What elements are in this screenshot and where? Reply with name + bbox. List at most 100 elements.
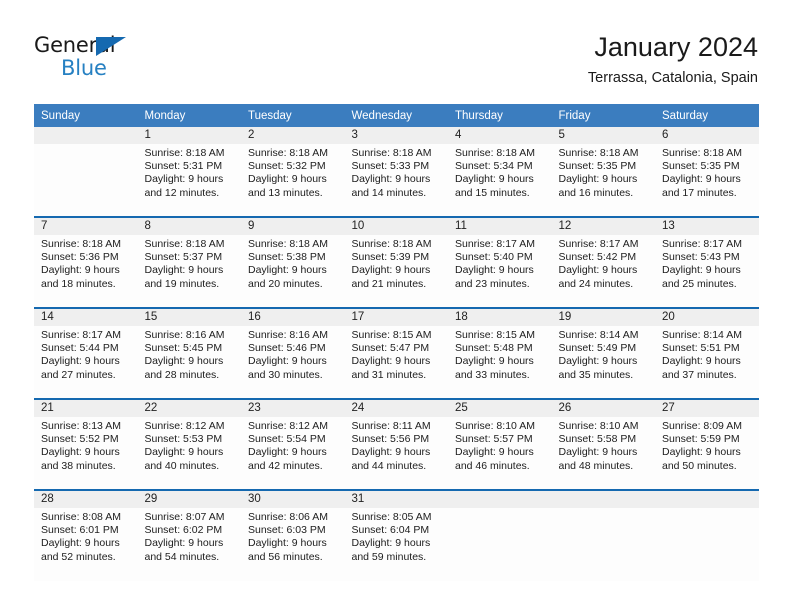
day-number[interactable]: 9 [241,216,345,235]
daylight-text-line2: and 16 minutes. [558,186,634,199]
sunrise-text: Sunrise: 8:17 AM [662,238,742,250]
week-info-row: Sunrise: 8:13 AM Sunset: 5:52 PM Daylight:… [34,417,759,490]
day-number[interactable]: 17 [344,307,448,326]
daylight-text-line1: Daylight: 9 hours [351,173,431,186]
daylight-text-line2: and 33 minutes. [455,368,530,381]
sunrise-text: Sunrise: 8:15 AM [351,329,432,341]
sunrise-text: Sunrise: 8:18 AM [455,147,535,159]
sunrise-text: Sunrise: 8:18 AM [662,147,742,159]
day-number[interactable]: 16 [241,307,345,326]
sunrise-text: Sunrise: 8:16 AM [248,329,328,341]
page-header: General Blue January 2024 Terrassa, Cata… [34,30,758,92]
daylight-text-line2: and 52 minutes. [41,550,116,563]
daylight-text-line2: and 24 minutes. [558,277,634,290]
day-number[interactable]: 31 [344,489,448,508]
day-cell: Sunrise: 8:14 AM Sunset: 5:49 PM Daylight:… [551,326,655,399]
day-number[interactable]: 30 [241,489,345,508]
day-number[interactable]: 6 [655,127,759,144]
day-number[interactable]: 28 [34,489,138,508]
daylight-text-line1: Daylight: 9 hours [558,264,638,277]
daylight-text-line2: and 48 minutes. [558,459,634,472]
daylight-text-line1: Daylight: 9 hours [248,355,327,368]
day-number[interactable]: 24 [344,398,448,417]
daylight-text-line1: Daylight: 9 hours [662,173,741,186]
day-number[interactable]: 2 [241,127,345,144]
daylight-text-line2: and 13 minutes. [248,186,323,199]
day-number[interactable]: 22 [137,398,241,417]
sunset-text: Sunset: 5:59 PM [662,433,740,446]
day-number-empty [655,489,759,508]
week-date-row: 14 15 16 17 18 19 20 [34,307,759,326]
day-number[interactable]: 29 [137,489,241,508]
daylight-text-line1: Daylight: 9 hours [558,446,638,459]
week-info-row: Sunrise: 8:08 AM Sunset: 6:01 PM Daylight:… [34,508,759,581]
weekday-header-tuesday: Tuesday [241,104,345,127]
daylight-text-line1: Daylight: 9 hours [351,537,431,550]
daylight-text-line1: Daylight: 9 hours [41,355,120,368]
day-cell: Sunrise: 8:10 AM Sunset: 5:57 PM Daylight:… [448,417,552,490]
day-number[interactable]: 5 [551,127,655,144]
week-date-row: 28 29 30 31 [34,489,759,508]
week-info-row: Sunrise: 8:17 AM Sunset: 5:44 PM Daylight:… [34,326,759,399]
day-number[interactable]: 14 [34,307,138,326]
day-number[interactable]: 20 [655,307,759,326]
sunrise-text: Sunrise: 8:08 AM [41,511,121,523]
daylight-text-line1: Daylight: 9 hours [351,446,431,459]
day-number[interactable]: 12 [551,216,655,235]
sunrise-text: Sunrise: 8:12 AM [248,420,328,432]
day-number[interactable]: 1 [137,127,241,144]
daylight-text-line1: Daylight: 9 hours [41,264,120,277]
day-number[interactable]: 18 [448,307,552,326]
daylight-text-line2: and 27 minutes. [41,368,116,381]
day-number-empty [551,489,655,508]
daylight-text-line1: Daylight: 9 hours [144,173,224,186]
day-number[interactable]: 7 [34,216,138,235]
weekday-header-monday: Monday [137,104,241,127]
sunset-text: Sunset: 5:32 PM [248,160,326,173]
sunset-text: Sunset: 5:31 PM [144,160,223,173]
sunset-text: Sunset: 5:40 PM [455,251,533,264]
sunrise-text: Sunrise: 8:18 AM [351,147,432,159]
day-number[interactable]: 10 [344,216,448,235]
day-number[interactable]: 3 [344,127,448,144]
brand-logo[interactable]: General Blue [34,34,144,82]
sunset-text: Sunset: 5:47 PM [351,342,430,355]
daylight-text-line1: Daylight: 9 hours [41,537,120,550]
sunrise-text: Sunrise: 8:15 AM [455,329,535,341]
day-number[interactable]: 11 [448,216,552,235]
day-number[interactable]: 21 [34,398,138,417]
daylight-text-line2: and 17 minutes. [662,186,737,199]
day-number[interactable]: 19 [551,307,655,326]
sunset-text: Sunset: 5:34 PM [455,160,533,173]
sunrise-text: Sunrise: 8:11 AM [351,420,431,432]
sunset-text: Sunset: 5:49 PM [558,342,637,355]
day-number[interactable]: 15 [137,307,241,326]
day-number[interactable]: 13 [655,216,759,235]
daylight-text-line2: and 31 minutes. [351,368,427,381]
day-cell: Sunrise: 8:08 AM Sunset: 6:01 PM Daylight:… [34,508,138,581]
day-number[interactable]: 26 [551,398,655,417]
day-number[interactable]: 23 [241,398,345,417]
calendar-page: General Blue January 2024 Terrassa, Cata… [0,0,792,612]
daylight-text-line2: and 20 minutes. [248,277,323,290]
day-number[interactable]: 27 [655,398,759,417]
day-number[interactable]: 8 [137,216,241,235]
sunrise-text: Sunrise: 8:17 AM [558,238,639,250]
day-cell: Sunrise: 8:15 AM Sunset: 5:48 PM Daylight:… [448,326,552,399]
daylight-text-line1: Daylight: 9 hours [248,537,327,550]
calendar-header-row: Sunday Monday Tuesday Wednesday Thursday Frid… [34,104,759,127]
week-info-row: Sunrise: 8:18 AM Sunset: 5:36 PM Daylight:… [34,235,759,308]
week-info-row: Sunrise: 8:18 AM Sunset: 5:31 PM Daylight:… [34,144,759,217]
daylight-text-line2: and 59 minutes. [351,550,427,563]
day-cell: Sunrise: 8:18 AM Sunset: 5:32 PM Daylight:… [241,144,345,217]
daylight-text-line1: Daylight: 9 hours [455,446,534,459]
daylight-text-line2: and 25 minutes. [662,277,737,290]
triangle-icon [96,37,126,56]
day-number[interactable]: 25 [448,398,552,417]
sunrise-text: Sunrise: 8:18 AM [144,147,225,159]
day-number[interactable]: 4 [448,127,552,144]
daylight-text-line1: Daylight: 9 hours [455,264,534,277]
sunset-text: Sunset: 5:45 PM [144,342,223,355]
sunset-text: Sunset: 5:38 PM [248,251,326,264]
daylight-text-line2: and 44 minutes. [351,459,427,472]
